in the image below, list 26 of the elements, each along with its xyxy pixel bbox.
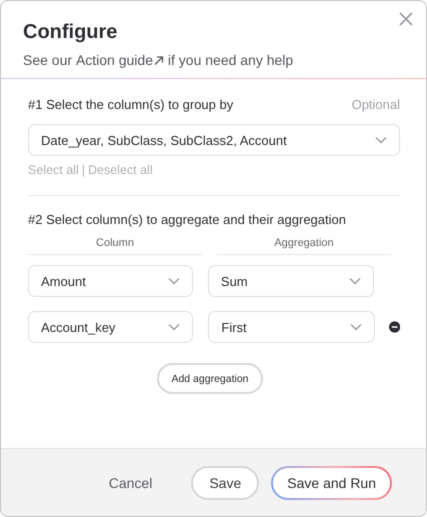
- optional-label: Optional: [352, 97, 400, 112]
- dialog-subtitle: See our Action guide if you need any help: [23, 52, 294, 68]
- external-link-icon: [153, 54, 164, 66]
- aggregation-select[interactable]: First: [208, 311, 375, 343]
- close-button[interactable]: [398, 11, 414, 27]
- add-aggregation-button[interactable]: Add aggregation: [157, 363, 263, 394]
- save-button[interactable]: Save: [191, 466, 260, 500]
- remove-icon[interactable]: [388, 321, 400, 333]
- column-select[interactable]: Account_key: [28, 311, 194, 343]
- cancel-button[interactable]: Cancel: [102, 474, 158, 492]
- chevron-down-icon: [348, 277, 361, 285]
- aggregation-header: Aggregation: [217, 237, 391, 255]
- aggregate-heading: #2 Select column(s) to aggregate and their aggregation: [28, 212, 347, 227]
- aggregation-select[interactable]: Sum: [208, 265, 374, 297]
- save-and-run-button[interactable]: Save and Run: [271, 466, 392, 500]
- column-select[interactable]: Amount: [28, 265, 193, 297]
- group-by-heading: #1 Select the column(s) to group by: [28, 97, 234, 112]
- chevron-down-icon: [168, 277, 180, 285]
- separator: |: [82, 163, 85, 177]
- column-header: Column: [28, 237, 202, 255]
- chevron-down-icon: [375, 136, 387, 144]
- chevron-down-icon: [168, 323, 180, 331]
- chevron-down-icon: [350, 323, 362, 331]
- dialog-title: Configure: [23, 21, 118, 44]
- group-by-select[interactable]: Date_year, SubClass, SubClass2, Account: [28, 124, 400, 156]
- action-guide-link[interactable]: Action guide: [76, 52, 164, 68]
